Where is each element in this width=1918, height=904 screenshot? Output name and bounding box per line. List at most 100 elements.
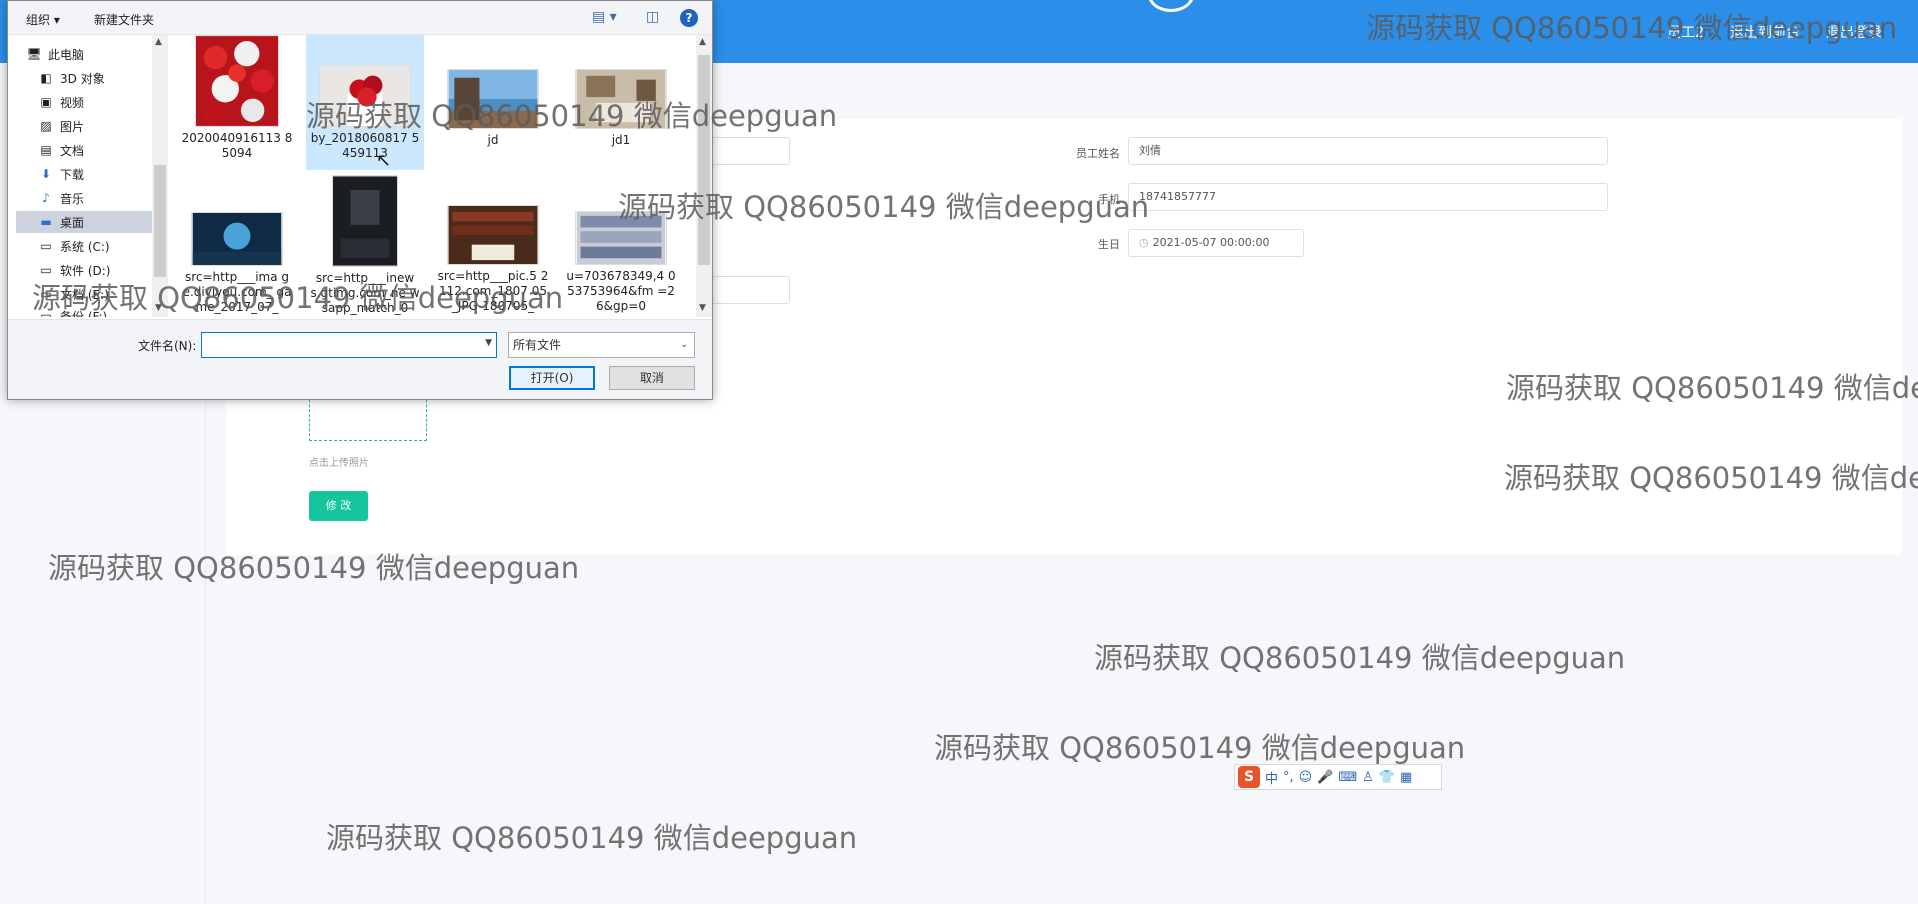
mic-icon[interactable]: 🎤 — [1317, 770, 1333, 785]
nav-scroll-thumb[interactable] — [154, 165, 166, 277]
header-nav: 员工2 退出到前台 退出登录 — [1667, 22, 1882, 42]
new-folder-button[interactable]: 新建文件夹 — [94, 11, 154, 28]
nav-drive-c[interactable]: ▭ 系统 (C:) — [38, 235, 166, 257]
nav-videos[interactable]: ▣ 视频 — [38, 91, 166, 113]
phone-label: 手机 — [1098, 193, 1120, 206]
birthday-input[interactable]: ◷ 2021-05-07 00:00:00 — [1128, 229, 1304, 257]
nav-music[interactable]: ♪ 音乐 — [38, 187, 166, 209]
file-list: 2020040916113 85094 by_2018060817 545911… — [168, 35, 696, 317]
file-name: src=http___ima ge.diyiyou.com_ game_2017… — [182, 270, 292, 314]
help-icon[interactable]: ? — [680, 9, 698, 27]
file-name: u=703678349,4 053753964&fm =26&gp=0 — [566, 269, 676, 313]
upload-hint: 点击上传照片 — [309, 458, 369, 469]
navigation-pane: 🖥 此电脑 ◧ 3D 对象 ▣ 视频 ▨ 图片 ▤ 文档 ⬇ 下载 ♪ 音乐 ▬ 桌面 ▭ 系统 … — [8, 35, 166, 317]
scroll-down-icon[interactable]: ▼ — [699, 303, 706, 313]
file-item[interactable]: u=703678349,4 053753964&fm =26&gp=0 — [562, 175, 680, 315]
file-thumbnail — [191, 212, 283, 266]
nav-drive-f[interactable]: ▭ 备份 (F:) — [38, 305, 166, 317]
file-type-select[interactable]: 所有文件 ⌄ — [508, 332, 695, 358]
nav-to-front[interactable]: 退出到前台 — [1730, 22, 1800, 42]
file-thumbnail — [575, 211, 667, 265]
nav-drive-e[interactable]: ▭ 文档 (E:) — [38, 283, 166, 305]
3d-objects-icon: ◧ — [40, 71, 52, 85]
documents-icon: ▤ — [40, 143, 52, 157]
file-name: 2020040916113 85094 — [181, 131, 293, 160]
cancel-button[interactable]: 取消 — [609, 366, 695, 390]
mouse-cursor-icon: ↖ — [376, 150, 392, 171]
file-thumbnail — [195, 35, 279, 127]
video-icon: ▣ — [40, 95, 52, 109]
file-item[interactable]: by_2018060817 5459113 — [306, 35, 424, 170]
nav-scrollbar[interactable]: ▲ ▼ — [152, 35, 168, 317]
emoji-icon[interactable]: ☺ — [1299, 770, 1313, 785]
file-thumbnail — [575, 69, 667, 129]
birthday-label: 生日 — [1098, 238, 1120, 251]
music-icon: ♪ — [42, 191, 50, 205]
name-input[interactable]: 刘倩 — [1128, 137, 1608, 165]
file-item[interactable]: jd — [434, 35, 552, 170]
ime-punct[interactable]: °, — [1283, 770, 1294, 785]
logo-icon — [1148, 0, 1194, 12]
file-thumbnail — [319, 65, 411, 127]
pictures-icon: ▨ — [40, 119, 52, 133]
file-item[interactable]: jd1 — [562, 35, 680, 170]
file-open-dialog: 组织 ▾ 新建文件夹 ▤ ▾ ◫ ? 🖥 此电脑 ◧ 3D 对象 ▣ 视频 ▨ 图片 ▤… — [7, 0, 713, 400]
nav-pictures[interactable]: ▨ 图片 — [38, 115, 166, 137]
file-thumbnail — [447, 69, 539, 129]
scroll-up-icon[interactable]: ▲ — [155, 37, 162, 47]
download-icon: ⬇ — [40, 167, 52, 181]
desktop-icon: ▬ — [40, 215, 52, 229]
nav-3d-objects[interactable]: ◧ 3D 对象 — [38, 67, 166, 89]
scroll-up-icon[interactable]: ▲ — [699, 37, 706, 47]
file-thumbnail — [332, 175, 398, 267]
dialog-footer: 文件名(N): ▼ 所有文件 ⌄ 打开(O) 取消 — [8, 319, 712, 399]
drive-icon: ▭ — [40, 287, 52, 301]
file-name: jd — [487, 133, 499, 147]
nav-this-pc[interactable]: 🖥 此电脑 — [26, 43, 166, 65]
file-thumbnail — [447, 205, 539, 265]
file-name: by_2018060817 5459113 — [310, 131, 420, 160]
file-item[interactable]: src=http___pic.5 2112.com_1807 05_JPG-18… — [434, 175, 552, 315]
nav-downloads[interactable]: ⬇ 下载 — [38, 163, 166, 185]
skin-icon[interactable]: 👕 — [1379, 770, 1395, 785]
clock-icon: ◷ — [1139, 236, 1149, 249]
computer-icon: 🖥 — [26, 47, 42, 61]
watermark: 源码获取 QQ86050149 微信deepguan — [934, 731, 1466, 765]
file-name: src=http___inew s.gtimg.com_ne wsapp_mat… — [310, 271, 420, 315]
chevron-down-icon[interactable]: ▼ — [485, 338, 492, 348]
file-item[interactable]: src=http___ima ge.diyiyou.com_ game_2017… — [178, 175, 296, 315]
ime-mode[interactable]: 中 — [1265, 768, 1278, 787]
file-item[interactable]: src=http___inew s.gtimg.com_ne wsapp_mat… — [306, 175, 424, 315]
name-label: 员工姓名 — [1076, 147, 1120, 160]
filename-label: 文件名(N): — [138, 339, 197, 353]
drive-icon: ▭ — [40, 263, 52, 277]
dialog-toolbar: 组织 ▾ 新建文件夹 ▤ ▾ ◫ ? — [8, 1, 712, 35]
file-name: src=http___pic.5 2112.com_1807 05_JPG-18… — [437, 269, 549, 313]
nav-drive-d[interactable]: ▭ 软件 (D:) — [38, 259, 166, 281]
organize-button[interactable]: 组织 ▾ — [26, 11, 60, 28]
nav-desktop[interactable]: ▬ 桌面 — [16, 211, 154, 233]
file-scroll-thumb[interactable] — [698, 55, 710, 265]
file-item[interactable]: 2020040916113 85094 — [178, 35, 296, 170]
modify-button[interactable]: 修 改 — [309, 491, 368, 521]
file-type-value: 所有文件 — [513, 338, 562, 352]
file-name: jd1 — [611, 133, 631, 147]
nav-documents[interactable]: ▤ 文档 — [38, 139, 166, 161]
preview-pane-icon[interactable]: ◫ — [646, 9, 659, 25]
scroll-down-icon[interactable]: ▼ — [155, 303, 162, 313]
birthday-value: 2021-05-07 00:00:00 — [1152, 236, 1270, 249]
keyboard-icon[interactable]: ⌨ — [1338, 770, 1357, 785]
nav-logout[interactable]: 退出登录 — [1826, 22, 1882, 42]
phone-input[interactable]: 18741857777 — [1128, 183, 1608, 211]
grid-icon[interactable]: ▦ — [1400, 770, 1412, 785]
user-icon[interactable]: ♙ — [1362, 770, 1374, 785]
open-button[interactable]: 打开(O) — [509, 366, 595, 390]
watermark: 源码获取 QQ86050149 微信deepguan — [326, 821, 858, 855]
watermark: 源码获取 QQ86050149 微信deepguan — [1094, 641, 1626, 675]
filename-input[interactable]: ▼ — [201, 332, 497, 358]
sogou-logo-icon: S — [1238, 766, 1260, 788]
view-icon[interactable]: ▤ ▾ — [592, 9, 617, 25]
drive-icon: ▭ — [40, 239, 52, 253]
nav-user[interactable]: 员工2 — [1667, 22, 1704, 42]
file-scrollbar[interactable]: ▲ ▼ — [696, 35, 712, 317]
